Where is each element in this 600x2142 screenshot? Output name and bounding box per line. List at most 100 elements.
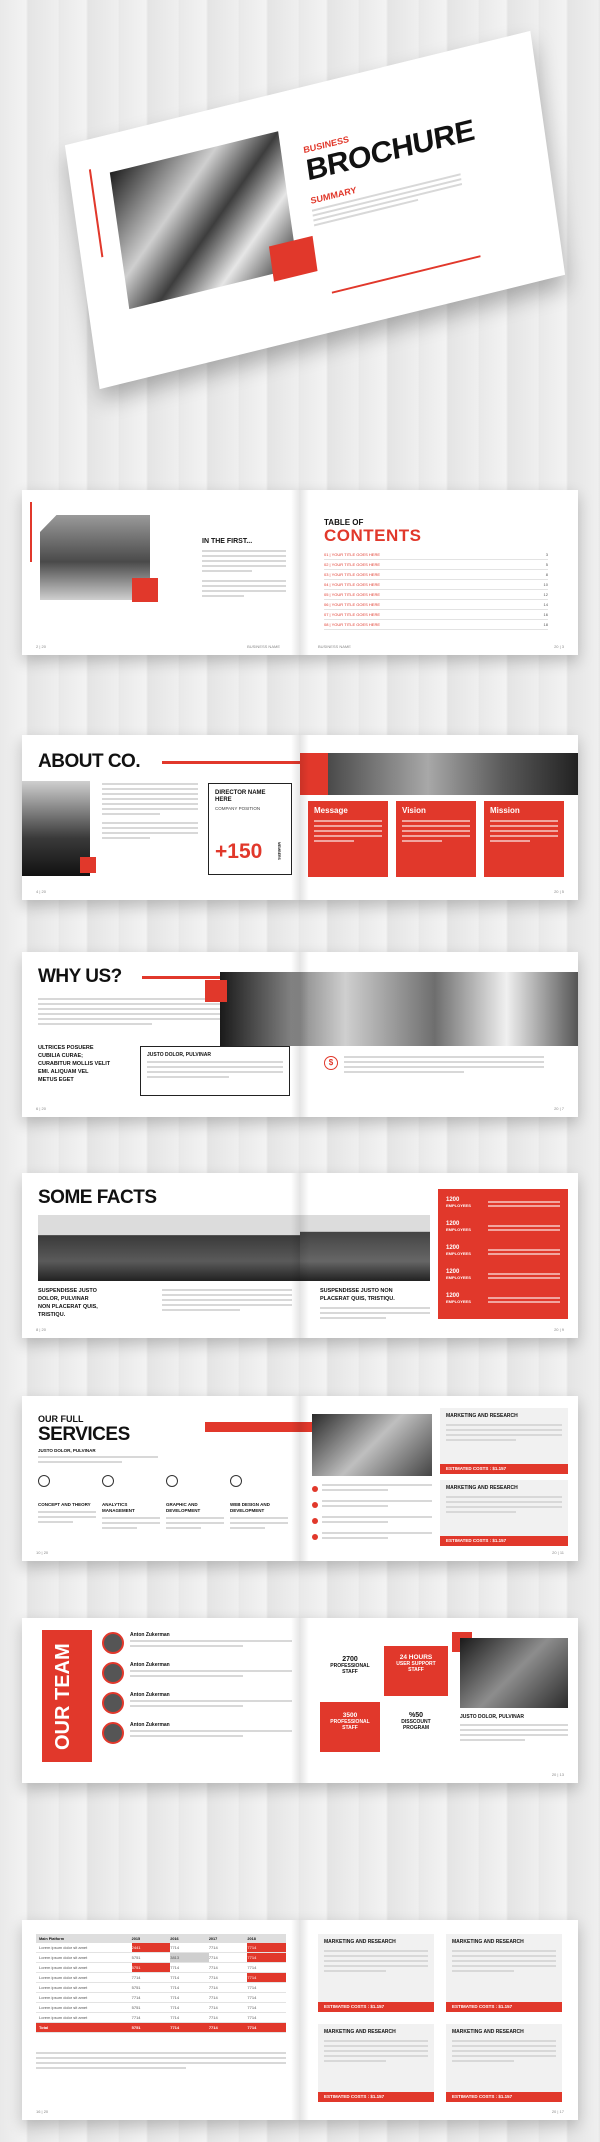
services-sub: JUSTO DOLOR, PULVINAR xyxy=(38,1448,96,1453)
table-row: Lorem ipsum dolor sit amet 7714 7714 7714 77… xyxy=(36,1973,286,1983)
folio-left: 6 | 20 xyxy=(36,1106,46,1111)
cost-bar: ESTIMATED COSTS : $1.157 xyxy=(446,2092,562,2102)
page-right: MARKETING AND RESEARCH ESTIMATED COSTS :… xyxy=(205,1396,578,1561)
card-title: Message xyxy=(314,806,348,815)
toc-list: 01 | YOUR TITLE GOES HERE 3 02 | YOUR TIT… xyxy=(324,550,548,630)
spread-facts: SOME FACTS SUSPENDISSE JUSTO DOLOR, PULV… xyxy=(22,1173,578,1338)
why-list: ULTRICES POSUERE CUBILIA CURAE; CURABITU… xyxy=(38,1045,111,1083)
avatar xyxy=(102,1722,124,1744)
cost-bar: ESTIMATED COSTS : $1.157 xyxy=(446,2002,562,2012)
cost-bar: ESTIMATED COSTS : $1.157 xyxy=(318,2092,434,2102)
folio-left: 2 | 20 xyxy=(36,644,46,649)
toc-item[interactable]: 02 | YOUR TITLE GOES HERE 5 xyxy=(324,560,548,570)
stats-panel: 1200 EMPLOYEES 1200 EMPLOYEES 1200 EMPLOYEE… xyxy=(438,1189,568,1319)
table-row: Lorem ipsum dolor sit amet 7714 7714 7714 77… xyxy=(36,2013,286,2023)
facts-left-text xyxy=(162,1289,292,1314)
title-red-bar xyxy=(162,761,300,764)
service-label: CONCEPT AND THEORY xyxy=(38,1502,91,1507)
services-eyebrow: OUR FULL xyxy=(38,1414,84,1424)
table-row: Lorem ipsum dolor sit amet 5751 3813 7714 77… xyxy=(36,1953,286,1963)
toc-item[interactable]: 07 | YOUR TITLE GOES HERE 16 xyxy=(324,610,548,620)
service-col: ANALYTICS MANAGEMENT xyxy=(102,1474,160,1532)
director-card: DIRECTOR NAME HERE COMPANY POSITION +150… xyxy=(208,783,292,875)
why-title: WHY US? xyxy=(38,966,122,987)
services-title: SERVICES xyxy=(38,1424,130,1445)
cog-icon xyxy=(102,1475,114,1487)
red-vertical-rule xyxy=(30,502,32,562)
chart-icon xyxy=(230,1475,242,1487)
toc-item[interactable]: 05 | YOUR TITLE GOES HERE 12 xyxy=(324,590,548,600)
page-right: SUSPENDISSE JUSTO NON PLACERAT QUIS, TRI… xyxy=(300,1173,578,1338)
table-row: Lorem ipsum dolor sit amet 5751 7714 7714 77… xyxy=(36,2003,286,2013)
research-box: MARKETING AND RESEARCH ESTIMATED COSTS :… xyxy=(318,1934,434,2012)
box-title: MARKETING AND RESEARCH xyxy=(446,1413,518,1419)
page-left: OUR TEAM Anton Zukerman Anton Zukerman A… xyxy=(22,1618,300,1783)
toc-item[interactable]: 06 | YOUR TITLE GOES HERE 14 xyxy=(324,600,548,610)
toc-item[interactable]: 08 | YOUR TITLE GOES HERE 18 xyxy=(324,620,548,630)
big-number: +150 xyxy=(215,840,263,863)
page-right: MARKETING AND RESEARCH ESTIMATED COSTS :… xyxy=(300,1920,578,2120)
avatar xyxy=(102,1662,124,1684)
table-row: Lorem ipsum dolor sit amet 5751 7714 7714 77… xyxy=(36,1983,286,1993)
stat-cell: 2700 PROFESSIONAL STAFF xyxy=(330,1656,370,1675)
brand-left: BUSINESS NAME xyxy=(247,644,280,649)
team-right-sub: JUSTO DOLOR, PULVINAR xyxy=(460,1714,524,1720)
folio-left: 12 | 20 xyxy=(48,1772,61,1777)
page-right: Message Vision Mission 20 | 5 xyxy=(300,735,578,900)
card-vision: Vision xyxy=(396,801,476,877)
about-text xyxy=(102,783,198,842)
folio-right: 20 | 5 xyxy=(554,889,564,894)
folio-right: 20 | 7 xyxy=(554,1106,564,1111)
gear-icon xyxy=(38,1475,50,1487)
research-box: MARKETING AND RESEARCH ESTIMATED COSTS :… xyxy=(446,2024,562,2102)
table-total-row: Total 5751 7714 7714 7714 xyxy=(36,2023,286,2033)
team-list: Anton Zukerman Anton Zukerman Anton Zuke… xyxy=(102,1632,292,1744)
director-name: DIRECTOR NAME HERE xyxy=(215,790,266,803)
stat-cell: %50 DISSCOUNT PROGRAM xyxy=(401,1712,431,1731)
band-red xyxy=(300,753,330,795)
table-row: Lorem ipsum dolor sit amet 5751 7714 7714 77… xyxy=(36,1963,286,1973)
spread-about: ABOUT CO. DIRECTOR NAME HERE COMPANY POS… xyxy=(22,735,578,900)
in-the-first-heading: IN THE FIRST... xyxy=(202,538,253,545)
service-col: WEB DESIGN AND DEVELOPMENT xyxy=(230,1474,288,1532)
services-intro xyxy=(38,1456,158,1466)
spread-table: Main Platform 2015 2016 2017 2018 Lorem ipsu… xyxy=(22,1920,578,2120)
toc-title: CONTENTS xyxy=(324,526,422,545)
facts-left-sub: SUSPENDISSE JUSTO DOLOR, PULVINAR NON PL… xyxy=(38,1288,98,1318)
folio-left: 16 | 20 xyxy=(36,2109,49,2114)
cost-bar: ESTIMATED COSTS : $1.157 xyxy=(440,1464,568,1474)
facts-title: SOME FACTS xyxy=(38,1187,157,1208)
folio-right: 20 | 3 xyxy=(554,644,564,649)
building-photo xyxy=(460,1638,568,1708)
folio-right: 20 | 9 xyxy=(554,1327,564,1332)
stat-cell: 3500 PROFESSIONAL STAFF xyxy=(320,1702,380,1752)
page-left: IN THE FIRST... 2 | 20 BUSINESS NAME xyxy=(22,490,300,655)
about-title: ABOUT CO. xyxy=(38,751,141,772)
photo-red-square xyxy=(80,857,96,873)
page-right: TABLE OF CONTENTS 01 | YOUR TITLE GOES H… xyxy=(300,490,578,655)
service-label: ANALYTICS MANAGEMENT xyxy=(102,1502,135,1513)
toc-item[interactable]: 01 | YOUR TITLE GOES HERE 3 xyxy=(324,550,548,560)
team-title: OUR TEAM xyxy=(52,1643,74,1750)
checklist xyxy=(312,1484,432,1542)
photo-red-square xyxy=(132,578,158,602)
toc-item[interactable]: 03 | YOUR TITLE GOES HERE 8 xyxy=(324,570,548,580)
avatar xyxy=(102,1692,124,1714)
service-col: CONCEPT AND THEORY xyxy=(38,1474,96,1526)
card-message: Message xyxy=(308,801,388,877)
research-box-2: MARKETING AND RESEARCH ESTIMATED COSTS :… xyxy=(440,1480,568,1546)
intro-text xyxy=(202,550,286,600)
research-box-1: MARKETING AND RESEARCH ESTIMATED COSTS :… xyxy=(440,1408,568,1474)
toc-item[interactable]: 04 | YOUR TITLE GOES HERE 10 xyxy=(324,580,548,590)
facts-right-text xyxy=(320,1307,430,1322)
avatar xyxy=(102,1632,124,1654)
person-icon xyxy=(166,1475,178,1487)
folio-right: 20 | 11 xyxy=(552,1550,564,1555)
cover-red-rule-top xyxy=(88,169,104,258)
cover-brochure: BUSINESS BROCHURE SUMMARY xyxy=(64,30,566,390)
glass-photo xyxy=(312,1414,432,1476)
spread-contents: IN THE FIRST... 2 | 20 BUSINESS NAME TAB… xyxy=(22,490,578,655)
brand-right: BUSINESS NAME xyxy=(318,644,351,649)
facts-right-sub: SUSPENDISSE JUSTO NON PLACERAT QUIS, TRI… xyxy=(320,1288,395,1302)
right-text xyxy=(344,1056,544,1076)
